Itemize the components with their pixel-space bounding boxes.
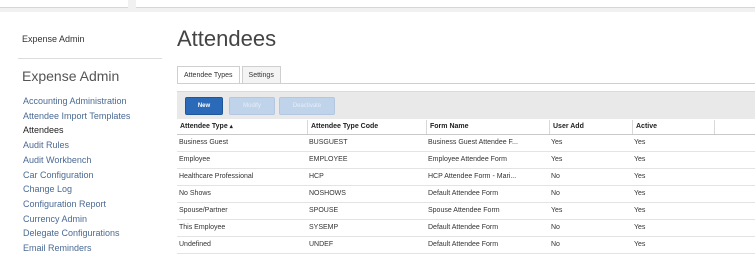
cell-form-name: Spouse Attendee Form: [428, 207, 500, 214]
column-header-label: Attendee Type: [180, 123, 228, 130]
cell-user-add: No: [551, 224, 560, 231]
table-row[interactable]: Undefined UNDEF Default Attendee Form No…: [177, 237, 755, 254]
toolbar: New Modify Deactivate: [177, 91, 755, 119]
cell-active: Yes: [634, 139, 646, 146]
cell-active: Yes: [634, 156, 646, 163]
sidebar-item-delegate-configurations[interactable]: Delegate Configurations: [23, 226, 130, 241]
sidebar-item-configuration-report[interactable]: Configuration Report: [23, 197, 130, 212]
new-button[interactable]: New: [185, 97, 223, 115]
sidebar-item-attendee-import-templates[interactable]: Attendee Import Templates: [23, 109, 130, 124]
sidebar-title: Expense Admin: [22, 68, 120, 84]
tab-attendee-types[interactable]: Attendee Types: [177, 66, 240, 84]
sidebar-item-accounting-administration[interactable]: Accounting Administration: [23, 94, 130, 109]
cell-attendee-type: No Shows: [179, 190, 211, 197]
column-header-empty: [714, 120, 755, 134]
modify-button[interactable]: Modify: [229, 97, 275, 115]
cell-attendee-type: Business Guest: [179, 139, 229, 146]
sidebar-item-attendees[interactable]: Attendees: [23, 123, 130, 138]
cell-attendee-type-code: NOSHOWS: [309, 190, 346, 197]
cell-form-name: HCP Attendee Form - Mari...: [428, 173, 517, 180]
table-row[interactable]: This Employee SYSEMP Default Attendee Fo…: [177, 220, 755, 237]
cell-active: Yes: [634, 224, 646, 231]
sidebar-nav: Accounting Administration Attendee Impor…: [23, 94, 130, 256]
cell-user-add: No: [551, 173, 560, 180]
table-row[interactable]: No Shows NOSHOWS Default Attendee Form N…: [177, 186, 755, 203]
top-strip-left-tab: [0, 0, 128, 8]
cell-attendee-type-code: BUSGUEST: [309, 139, 348, 146]
cell-user-add: Yes: [551, 139, 563, 146]
table-header-row: Attendee Type ▴ Attendee Type Code Form N…: [177, 120, 755, 135]
column-header-form-name[interactable]: Form Name: [426, 120, 548, 134]
table-row[interactable]: Spouse/Partner SPOUSE Spouse Attendee Fo…: [177, 203, 755, 220]
cell-attendee-type: Healthcare Professional: [179, 173, 254, 180]
sidebar-divider: [18, 58, 162, 59]
tab-settings[interactable]: Settings: [241, 66, 281, 84]
cell-user-add: No: [551, 241, 560, 248]
cell-form-name: Employee Attendee Form: [428, 156, 507, 163]
sidebar-item-currency-admin[interactable]: Currency Admin: [23, 212, 130, 227]
sidebar: Expense Admin Expense Admin Accounting A…: [0, 12, 164, 273]
cell-attendee-type: Employee: [179, 156, 211, 163]
column-header-active[interactable]: Active: [632, 120, 714, 134]
cell-user-add: Yes: [551, 156, 563, 163]
top-strip: [0, 0, 755, 12]
sidebar-item-car-configuration[interactable]: Car Configuration: [23, 168, 130, 183]
sidebar-item-audit-workbench[interactable]: Audit Workbench: [23, 153, 130, 168]
cell-user-add: Yes: [551, 207, 563, 214]
cell-form-name: Business Guest Attendee F...: [428, 139, 518, 146]
sidebar-item-change-log[interactable]: Change Log: [23, 182, 130, 197]
column-header-attendee-type[interactable]: Attendee Type ▴: [177, 120, 308, 134]
cell-attendee-type-code: UNDEF: [309, 241, 334, 248]
cell-active: Yes: [634, 190, 646, 197]
deactivate-button[interactable]: Deactivate: [279, 97, 335, 115]
cell-active: Yes: [634, 173, 646, 180]
cell-attendee-type-code: SYSEMP: [309, 224, 339, 231]
cell-attendee-type: Undefined: [179, 241, 211, 248]
cell-attendee-type: Spouse/Partner: [179, 207, 228, 214]
cell-user-add: No: [551, 190, 560, 197]
cell-attendee-type-code: EMPLOYEE: [309, 156, 348, 163]
cell-attendee-type: This Employee: [179, 224, 226, 231]
top-strip-right-tab: [136, 0, 755, 8]
cell-form-name: Default Attendee Form: [428, 224, 499, 231]
tab-bar-divider: [177, 83, 755, 84]
table-row[interactable]: Business Guest BUSGUEST Business Guest A…: [177, 135, 755, 152]
sidebar-header: Expense Admin: [22, 34, 85, 44]
column-header-attendee-type-code[interactable]: Attendee Type Code: [307, 120, 425, 134]
cell-active: Yes: [634, 207, 646, 214]
cell-attendee-type-code: SPOUSE: [309, 207, 339, 214]
tab-bar: Attendee Types Settings: [177, 66, 281, 84]
page-title: Attendees: [177, 26, 277, 51]
cell-attendee-type-code: HCP: [309, 173, 324, 180]
cell-form-name: Default Attendee Form: [428, 190, 499, 197]
sort-ascending-icon: ▴: [229, 124, 233, 130]
column-header-user-add[interactable]: User Add: [549, 120, 631, 134]
table-row[interactable]: Employee EMPLOYEE Employee Attendee Form…: [177, 152, 755, 169]
table-row[interactable]: Healthcare Professional HCP HCP Attendee…: [177, 169, 755, 186]
sidebar-item-audit-rules[interactable]: Audit Rules: [23, 138, 130, 153]
attendee-types-table: Attendee Type ▴ Attendee Type Code Form N…: [177, 120, 755, 254]
sidebar-item-email-reminders[interactable]: Email Reminders: [23, 241, 130, 256]
cell-form-name: Default Attendee Form: [428, 241, 499, 248]
cell-active: Yes: [634, 241, 646, 248]
